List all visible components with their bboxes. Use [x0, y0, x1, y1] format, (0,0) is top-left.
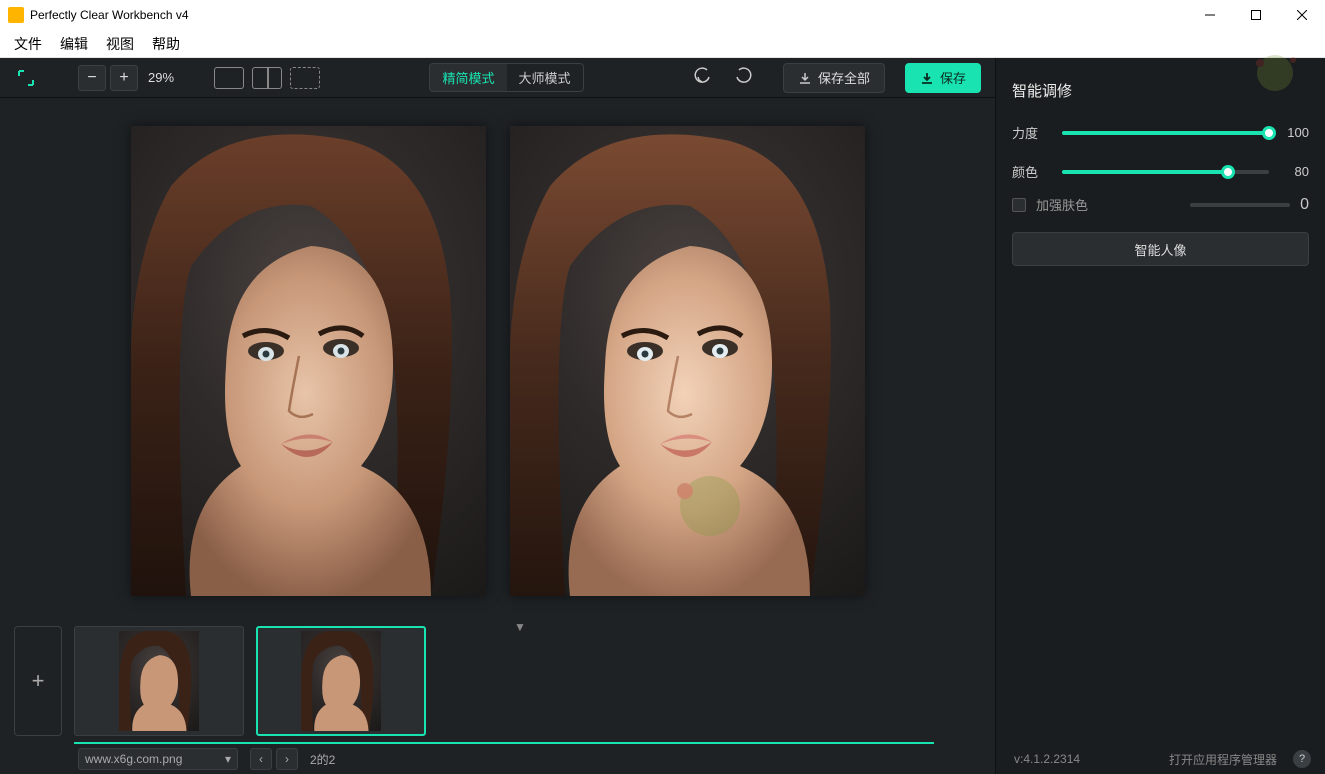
watermark-splash-icon: [1235, 48, 1315, 98]
view-single-button[interactable]: [214, 67, 244, 89]
menu-bar: 文件 编辑 视图 帮助: [0, 30, 1325, 58]
skintone-value: 0: [1300, 196, 1309, 214]
color-label: 颜色: [1012, 162, 1052, 181]
zoom-out-button[interactable]: −: [78, 65, 106, 91]
image-counter: 2的2: [310, 751, 335, 768]
zoom-level: 29%: [148, 70, 174, 85]
skintone-label: 加强肤色: [1036, 195, 1180, 214]
save-button[interactable]: 保存: [905, 63, 981, 93]
close-button[interactable]: [1279, 0, 1325, 30]
menu-edit[interactable]: 编辑: [60, 34, 88, 54]
menu-help[interactable]: 帮助: [152, 34, 180, 54]
strength-label: 力度: [1012, 123, 1052, 142]
prev-image-button[interactable]: ‹: [250, 748, 272, 770]
skintone-slider[interactable]: [1190, 203, 1290, 207]
undo-button[interactable]: [693, 65, 713, 90]
mode-switch: 精简模式 大师模式: [429, 63, 583, 92]
preview-canvas: [0, 98, 995, 624]
minimize-button[interactable]: [1187, 0, 1233, 30]
add-image-button[interactable]: +: [14, 626, 62, 736]
thumbnail-2[interactable]: [256, 626, 426, 736]
view-split-button[interactable]: [252, 67, 282, 89]
panel-title: 智能调修: [1012, 83, 1072, 100]
menu-file[interactable]: 文件: [14, 34, 42, 54]
filmstrip: ▼ + www.x6g.com.png ▾ ‹ › 2的2: [0, 624, 995, 774]
zoom-in-button[interactable]: +: [110, 65, 138, 91]
download-icon: [920, 71, 934, 85]
save-all-label: 保存全部: [818, 68, 870, 87]
app-icon: [8, 7, 24, 23]
filename-dropdown[interactable]: www.x6g.com.png ▾: [78, 748, 238, 770]
logo-icon[interactable]: [14, 66, 38, 90]
main-toolbar: − + 29% 精简模式 大师模式 保存全部: [0, 58, 995, 98]
save-label: 保存: [940, 68, 966, 87]
maximize-button[interactable]: [1233, 0, 1279, 30]
redo-button[interactable]: [733, 65, 753, 90]
title-bar: Perfectly Clear Workbench v4: [0, 0, 1325, 30]
chevron-down-icon: ▾: [225, 752, 231, 766]
color-slider[interactable]: [1062, 170, 1269, 174]
preview-after[interactable]: [510, 126, 865, 596]
thumbnail-1[interactable]: [74, 626, 244, 736]
view-crop-button[interactable]: [290, 67, 320, 89]
window-title: Perfectly Clear Workbench v4: [30, 8, 1187, 22]
open-app-manager-link[interactable]: 打开应用程序管理器: [1169, 751, 1277, 768]
help-icon[interactable]: ?: [1293, 750, 1311, 768]
save-all-button[interactable]: 保存全部: [783, 63, 885, 93]
smart-portrait-button[interactable]: 智能人像: [1012, 232, 1309, 266]
strength-slider[interactable]: [1062, 131, 1269, 135]
next-image-button[interactable]: ›: [276, 748, 298, 770]
color-value: 80: [1279, 164, 1309, 179]
download-icon: [798, 71, 812, 85]
skintone-checkbox[interactable]: [1012, 198, 1026, 212]
menu-view[interactable]: 视图: [106, 34, 134, 54]
filename-label: www.x6g.com.png: [85, 752, 182, 766]
version-label: v:4.1.2.2314: [1014, 752, 1080, 766]
mode-master-tab[interactable]: 大师模式: [507, 64, 583, 91]
mode-simple-tab[interactable]: 精简模式: [430, 64, 506, 91]
marker-icon: ▼: [514, 620, 526, 634]
strength-value: 100: [1279, 125, 1309, 140]
preview-before[interactable]: [131, 126, 486, 596]
adjust-panel: 智能调修 力度 100 颜色 80 加强肤色 0: [995, 58, 1325, 774]
